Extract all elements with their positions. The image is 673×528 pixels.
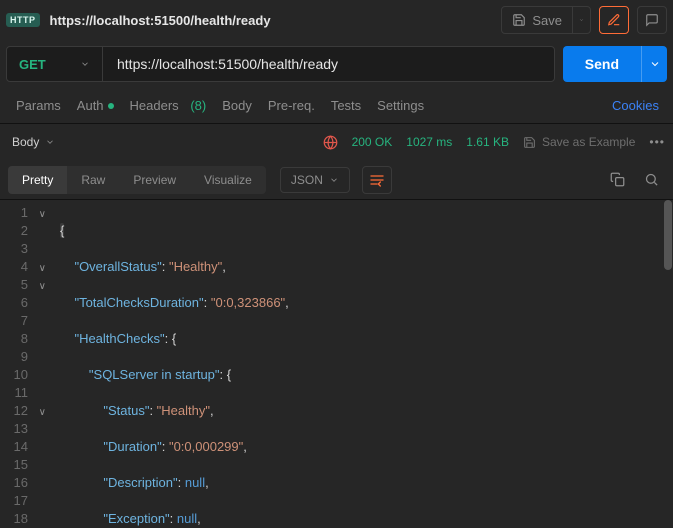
view-mode-segment: Pretty Raw Preview Visualize [8, 166, 266, 194]
tab-settings[interactable]: Settings [369, 88, 432, 123]
view-visualize[interactable]: Visualize [190, 166, 266, 194]
more-actions-button[interactable]: ••• [649, 135, 665, 149]
chevron-down-icon [80, 59, 90, 69]
save-as-example-label: Save as Example [542, 135, 635, 149]
method-label: GET [19, 57, 46, 72]
search-icon [644, 172, 659, 187]
auth-active-dot-icon [108, 103, 114, 109]
request-url-row: GET https://localhost:51500/health/ready… [0, 40, 673, 88]
view-raw[interactable]: Raw [67, 166, 119, 194]
code-content: { "OverallStatus": "Healthy", "TotalChec… [54, 200, 673, 528]
response-size: 1.61 KB [466, 135, 509, 149]
chevron-down-icon [45, 137, 55, 147]
chevron-down-icon [649, 58, 661, 70]
tab-auth[interactable]: Auth [69, 88, 122, 123]
headers-count: (8) [190, 98, 206, 113]
response-section-select[interactable]: Body [8, 135, 59, 149]
wrap-icon [369, 173, 385, 187]
view-pretty[interactable]: Pretty [8, 166, 67, 194]
comment-icon [645, 13, 659, 27]
top-tab-bar: HTTP https://localhost:51500/health/read… [0, 0, 673, 40]
save-icon [523, 136, 536, 149]
method-select[interactable]: GET [7, 47, 103, 81]
tab-prereq[interactable]: Pre-req. [260, 88, 323, 123]
view-toolbar: Pretty Raw Preview Visualize JSON [0, 160, 673, 200]
scrollbar[interactable] [663, 200, 673, 528]
chevron-down-icon [579, 15, 584, 25]
save-icon [512, 13, 526, 27]
copy-button[interactable] [603, 166, 631, 194]
tab-headers-label: Headers [130, 98, 179, 113]
pencil-icon [607, 13, 621, 27]
line-gutter: 1∨ 2 3 4∨ 5∨ 6 7 8 9 10 11 12∨ 13 14 15 … [0, 200, 54, 528]
search-button[interactable] [637, 166, 665, 194]
send-group: Send [563, 46, 667, 82]
lang-select[interactable]: JSON [280, 167, 350, 193]
tab-title: https://localhost:51500/health/ready [50, 13, 271, 28]
copy-icon [610, 172, 625, 187]
request-tabs: Params Auth Headers (8) Body Pre-req. Te… [0, 88, 673, 124]
network-icon[interactable] [323, 135, 338, 150]
save-button[interactable]: Save [501, 6, 591, 34]
status-code: 200 OK [352, 135, 393, 149]
chevron-down-icon [329, 175, 339, 185]
save-dropdown[interactable] [572, 6, 590, 34]
http-badge: HTTP [6, 13, 40, 27]
send-dropdown[interactable] [641, 46, 667, 82]
request-combo: GET https://localhost:51500/health/ready [6, 46, 555, 82]
edit-button[interactable] [599, 6, 629, 34]
response-header: Body 200 OK 1027 ms 1.61 KB Save as Exam… [0, 124, 673, 160]
line-wrap-button[interactable] [362, 166, 392, 194]
response-time: 1027 ms [406, 135, 452, 149]
url-input[interactable]: https://localhost:51500/health/ready [103, 47, 554, 81]
save-button-label: Save [532, 13, 562, 28]
tab-tests[interactable]: Tests [323, 88, 369, 123]
comments-button[interactable] [637, 6, 667, 34]
tab-body[interactable]: Body [214, 88, 260, 123]
tab-params[interactable]: Params [8, 88, 69, 123]
response-section-label: Body [12, 135, 39, 149]
lang-label: JSON [291, 173, 323, 187]
tab-headers[interactable]: Headers (8) [122, 88, 215, 123]
scrollbar-thumb[interactable] [664, 200, 672, 270]
save-as-example-button[interactable]: Save as Example [523, 135, 635, 149]
view-preview[interactable]: Preview [119, 166, 190, 194]
send-button[interactable]: Send [563, 46, 641, 82]
cookies-link[interactable]: Cookies [606, 98, 665, 113]
tab-auth-label: Auth [77, 98, 104, 113]
response-body-editor[interactable]: 1∨ 2 3 4∨ 5∨ 6 7 8 9 10 11 12∨ 13 14 15 … [0, 200, 673, 528]
